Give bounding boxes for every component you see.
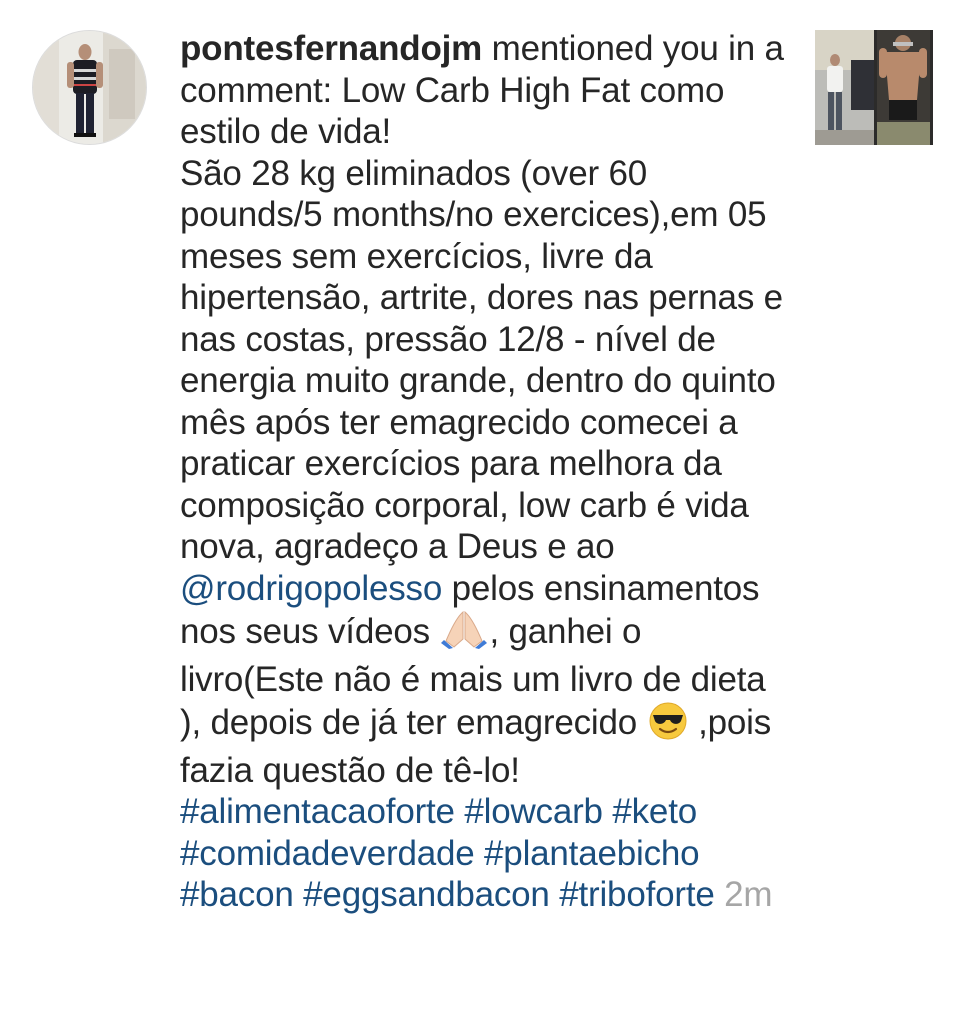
- hashtag-link[interactable]: #keto: [612, 792, 697, 831]
- hashtag-link[interactable]: #bacon: [180, 875, 294, 914]
- hashtag-link[interactable]: #lowcarb: [464, 792, 603, 831]
- hashtag-link[interactable]: #alimentacaoforte: [180, 792, 455, 831]
- comment-mention-notification[interactable]: pontesfernandojm mentioned you in a comm…: [0, 0, 975, 1024]
- sunglasses-face-icon: [647, 700, 689, 750]
- avatar-photo: [33, 31, 146, 144]
- timestamp: 2m: [724, 875, 773, 914]
- hashtag-link[interactable]: #plantaebicho: [484, 834, 700, 873]
- praying-hands-icon: [439, 609, 489, 659]
- hashtag-link[interactable]: #comidadeverdade: [180, 834, 475, 873]
- notification-text: pontesfernandojm mentioned you in a comm…: [180, 28, 790, 916]
- hashtag-link[interactable]: #triboforte: [559, 875, 715, 914]
- comment-text-1: São 28 kg eliminados (over 60 pounds/5 m…: [180, 153, 783, 567]
- mention-link[interactable]: @rodrigopolesso: [180, 569, 442, 608]
- username-link[interactable]: pontesfernandojm: [180, 29, 482, 68]
- thumbnail-photo: [815, 30, 933, 145]
- hashtag-link[interactable]: #eggsandbacon: [303, 875, 550, 914]
- post-thumbnail[interactable]: [815, 30, 933, 145]
- user-avatar[interactable]: [32, 30, 147, 145]
